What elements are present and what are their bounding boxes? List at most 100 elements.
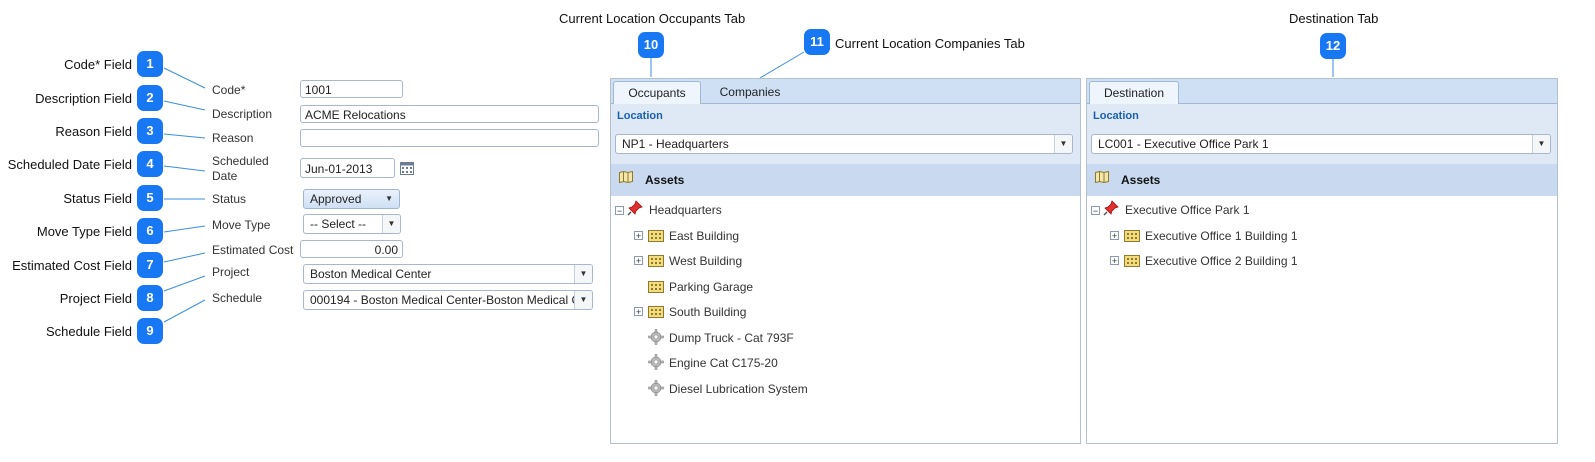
tree-node[interactable]: Parking Garage [669, 280, 753, 294]
tree-node[interactable]: Engine Cat C175-20 [669, 356, 778, 370]
callout-label-11: Current Location Companies Tab [835, 36, 1025, 51]
tree-node[interactable]: Dump Truck - Cat 793F [669, 331, 794, 345]
status-label: Status [212, 192, 247, 206]
callout-badge-8: 8 [137, 285, 163, 311]
destination-panel: Destination Location LC001 - Executive O… [1086, 78, 1558, 444]
callout-badge-11: 11 [804, 29, 830, 55]
destination-location-label: Location [1093, 110, 1139, 122]
building-icon [1124, 229, 1140, 247]
gear-icon [648, 329, 664, 350]
building-icon [1124, 254, 1140, 272]
callout-label-9: Schedule Field [46, 324, 132, 339]
schedule-value: 000194 - Boston Medical Center-Boston Me… [310, 293, 581, 307]
project-value: Boston Medical Center [310, 267, 432, 281]
callout-label-3: Reason Field [55, 124, 132, 139]
chevron-down-icon: ▼ [382, 215, 400, 233]
callout-label-4: Scheduled Date Field [7, 157, 132, 172]
status-value: Approved [310, 192, 362, 206]
callout-badge-9: 9 [137, 318, 163, 344]
building-icon [648, 280, 664, 298]
code-label: Code* [212, 83, 246, 97]
tab-companies[interactable]: Companies [707, 81, 793, 103]
current-location-label: Location [617, 110, 663, 122]
tree-node[interactable]: Executive Office 2 Building 1 [1145, 254, 1298, 268]
callout-badge-12: 12 [1320, 33, 1346, 59]
schedule-label: Schedule [212, 291, 263, 305]
description-label: Description [212, 107, 273, 121]
chevron-down-icon: ▼ [574, 265, 592, 283]
expand-icon[interactable]: + [1110, 256, 1119, 266]
pushpin-icon [1103, 200, 1119, 221]
expand-icon[interactable]: + [634, 231, 643, 241]
chevron-down-icon: ▼ [1532, 135, 1550, 153]
current-location-value: NP1 - Headquarters [622, 137, 729, 151]
gear-icon [648, 354, 664, 375]
callout-badge-5: 5 [137, 185, 163, 211]
expand-icon[interactable]: + [1110, 231, 1119, 241]
destination-location-select[interactable]: LC001 - Executive Office Park 1 ▼ [1091, 134, 1551, 154]
description-field[interactable]: ACME Relocations [300, 105, 599, 123]
reason-field[interactable] [300, 129, 599, 147]
tree-node[interactable]: South Building [669, 305, 746, 319]
tree-node[interactable]: East Building [669, 229, 739, 243]
chevron-down-icon: ▼ [385, 194, 393, 203]
expand-icon[interactable]: + [634, 307, 643, 317]
estimated-cost-label: Estimated Cost [212, 243, 294, 257]
callout-badge-3: 3 [137, 118, 163, 144]
scheduled-date-label-2: Date [212, 169, 238, 183]
project-label: Project [212, 265, 250, 279]
callout-label-2: Description Field [35, 91, 132, 106]
collapse-icon[interactable]: − [1091, 206, 1100, 216]
move-type-select[interactable]: -- Select -- ▼ [303, 214, 401, 234]
callout-label-8: Project Field [59, 291, 132, 306]
callout-label-7: Estimated Cost Field [12, 258, 132, 273]
current-location-section: Location NP1 - Headquarters ▼ [611, 104, 1080, 164]
callout-badge-1: 1 [137, 51, 163, 77]
destination-location-value: LC001 - Executive Office Park 1 [1098, 137, 1269, 151]
pushpin-icon [627, 200, 643, 221]
current-assets-header: Assets [611, 164, 1080, 196]
current-location-tab-bar: Occupants Companies [611, 79, 1080, 104]
tree-node[interactable]: Executive Office 1 Building 1 [1145, 229, 1298, 243]
estimated-cost-field[interactable]: 0.00 [300, 240, 403, 258]
callout-label-12: Destination Tab [1289, 11, 1379, 26]
current-assets-title: Assets [645, 173, 685, 187]
building-icon [648, 229, 664, 247]
destination-assets-header: Assets [1087, 164, 1557, 196]
tree-node[interactable]: West Building [669, 254, 742, 268]
expand-icon[interactable]: + [634, 256, 643, 266]
callout-badge-4: 4 [137, 151, 163, 177]
gear-icon [648, 380, 664, 401]
current-location-select[interactable]: NP1 - Headquarters ▼ [615, 134, 1073, 154]
tree-root-node[interactable]: Executive Office Park 1 [1125, 203, 1250, 217]
scheduled-date-field[interactable]: Jun-01-2013 [300, 158, 395, 178]
current-location-panel: Occupants Companies Location NP1 - Headq… [610, 78, 1081, 444]
callout-badge-2: 2 [137, 85, 163, 111]
callout-label-6: Move Type Field [36, 224, 132, 239]
collapse-icon[interactable]: − [615, 206, 624, 216]
scheduled-date-label-1: Scheduled [212, 154, 269, 168]
building-icon [648, 305, 664, 323]
chevron-down-icon: ▼ [1054, 135, 1072, 153]
callout-badge-10: 10 [638, 32, 664, 58]
callout-label-1: Code* Field [64, 57, 132, 72]
schedule-select[interactable]: 000194 - Boston Medical Center-Boston Me… [303, 290, 593, 310]
callout-badge-7: 7 [137, 252, 163, 278]
callout-label-10: Current Location Occupants Tab [559, 11, 746, 26]
calendar-icon[interactable] [400, 161, 414, 180]
tab-destination[interactable]: Destination [1089, 81, 1179, 104]
reason-label: Reason [212, 131, 254, 145]
move-type-value: -- Select -- [310, 217, 367, 231]
map-icon [1095, 170, 1109, 188]
callout-badge-6: 6 [137, 218, 163, 244]
code-field[interactable]: 1001 [300, 80, 403, 98]
status-dropdown[interactable]: Approved ▼ [303, 189, 400, 209]
destination-assets-title: Assets [1121, 173, 1161, 187]
move-type-label: Move Type [212, 218, 271, 232]
tree-node[interactable]: Diesel Lubrication System [669, 382, 808, 396]
callout-label-5: Status Field [63, 191, 132, 206]
project-select[interactable]: Boston Medical Center ▼ [303, 264, 593, 284]
tree-root-node[interactable]: Headquarters [649, 203, 722, 217]
tab-occupants[interactable]: Occupants [613, 81, 701, 104]
chevron-down-icon: ▼ [574, 291, 592, 309]
